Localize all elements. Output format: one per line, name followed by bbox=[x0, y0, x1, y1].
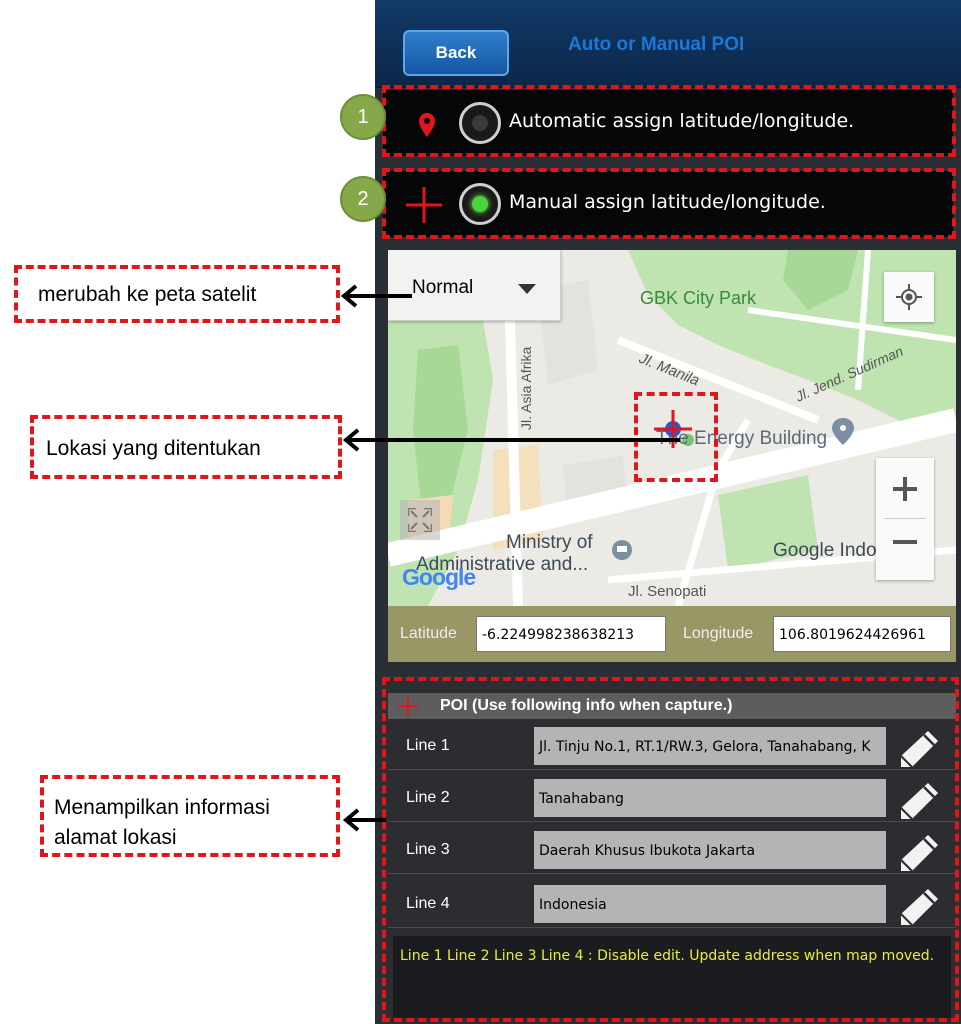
zoom-in-icon[interactable] bbox=[893, 477, 917, 501]
park-label: GBK City Park bbox=[640, 288, 757, 308]
top-bar: Back Auto or Manual POI bbox=[375, 0, 961, 88]
highlight-automatic-option bbox=[382, 85, 956, 157]
latitude-field[interactable]: -6.224998238638213 bbox=[476, 616, 666, 652]
longitude-field[interactable]: 106.8019624426961 bbox=[773, 616, 951, 652]
callout-address-line-1: Menampilkan informasi bbox=[54, 796, 270, 819]
coordinate-bar: Latitude -6.224998238638213 Longitude 10… bbox=[388, 606, 956, 662]
page-title: Auto or Manual POI bbox=[568, 34, 745, 55]
callout-map-type-text: merubah ke peta satelit bbox=[38, 283, 257, 306]
road-label-asia-afrika: Jl. Asia Afrika bbox=[518, 346, 534, 430]
arrow-left-icon bbox=[342, 808, 386, 832]
fullscreen-button[interactable] bbox=[400, 500, 440, 540]
callout-location: Lokasi yang ditentukan bbox=[30, 415, 342, 479]
senopati-label: Jl. Senopati bbox=[628, 583, 707, 600]
arrow-left-icon bbox=[342, 428, 680, 452]
arrow-left-icon bbox=[340, 284, 412, 308]
back-button[interactable]: Back bbox=[403, 30, 509, 76]
my-location-icon bbox=[896, 284, 922, 310]
highlight-manual-option bbox=[382, 168, 956, 239]
map-type-selected: Normal bbox=[412, 277, 474, 298]
highlight-poi-panel bbox=[382, 677, 959, 1022]
google-logo: Google bbox=[402, 564, 476, 590]
step-badge-1: 1 bbox=[340, 94, 386, 140]
dropdown-arrow-icon bbox=[518, 284, 536, 294]
ministry-label-1: Ministry of bbox=[506, 532, 593, 553]
latitude-label: Latitude bbox=[400, 625, 457, 642]
zoom-controls bbox=[876, 458, 934, 580]
callout-address-line-2: alamat lokasi bbox=[54, 826, 177, 849]
map-type-dropdown[interactable]: Normal bbox=[388, 250, 561, 321]
my-location-button[interactable] bbox=[884, 272, 934, 322]
callout-address: Menampilkan informasi alamat lokasi bbox=[40, 775, 340, 857]
callout-location-text: Lokasi yang ditentukan bbox=[46, 437, 261, 460]
longitude-label: Longitude bbox=[683, 625, 754, 642]
step-badge-2: 2 bbox=[340, 176, 386, 222]
fullscreen-icon bbox=[408, 508, 432, 532]
callout-map-type: merubah ke peta satelit bbox=[14, 265, 340, 323]
zoom-out-icon[interactable] bbox=[893, 538, 917, 546]
